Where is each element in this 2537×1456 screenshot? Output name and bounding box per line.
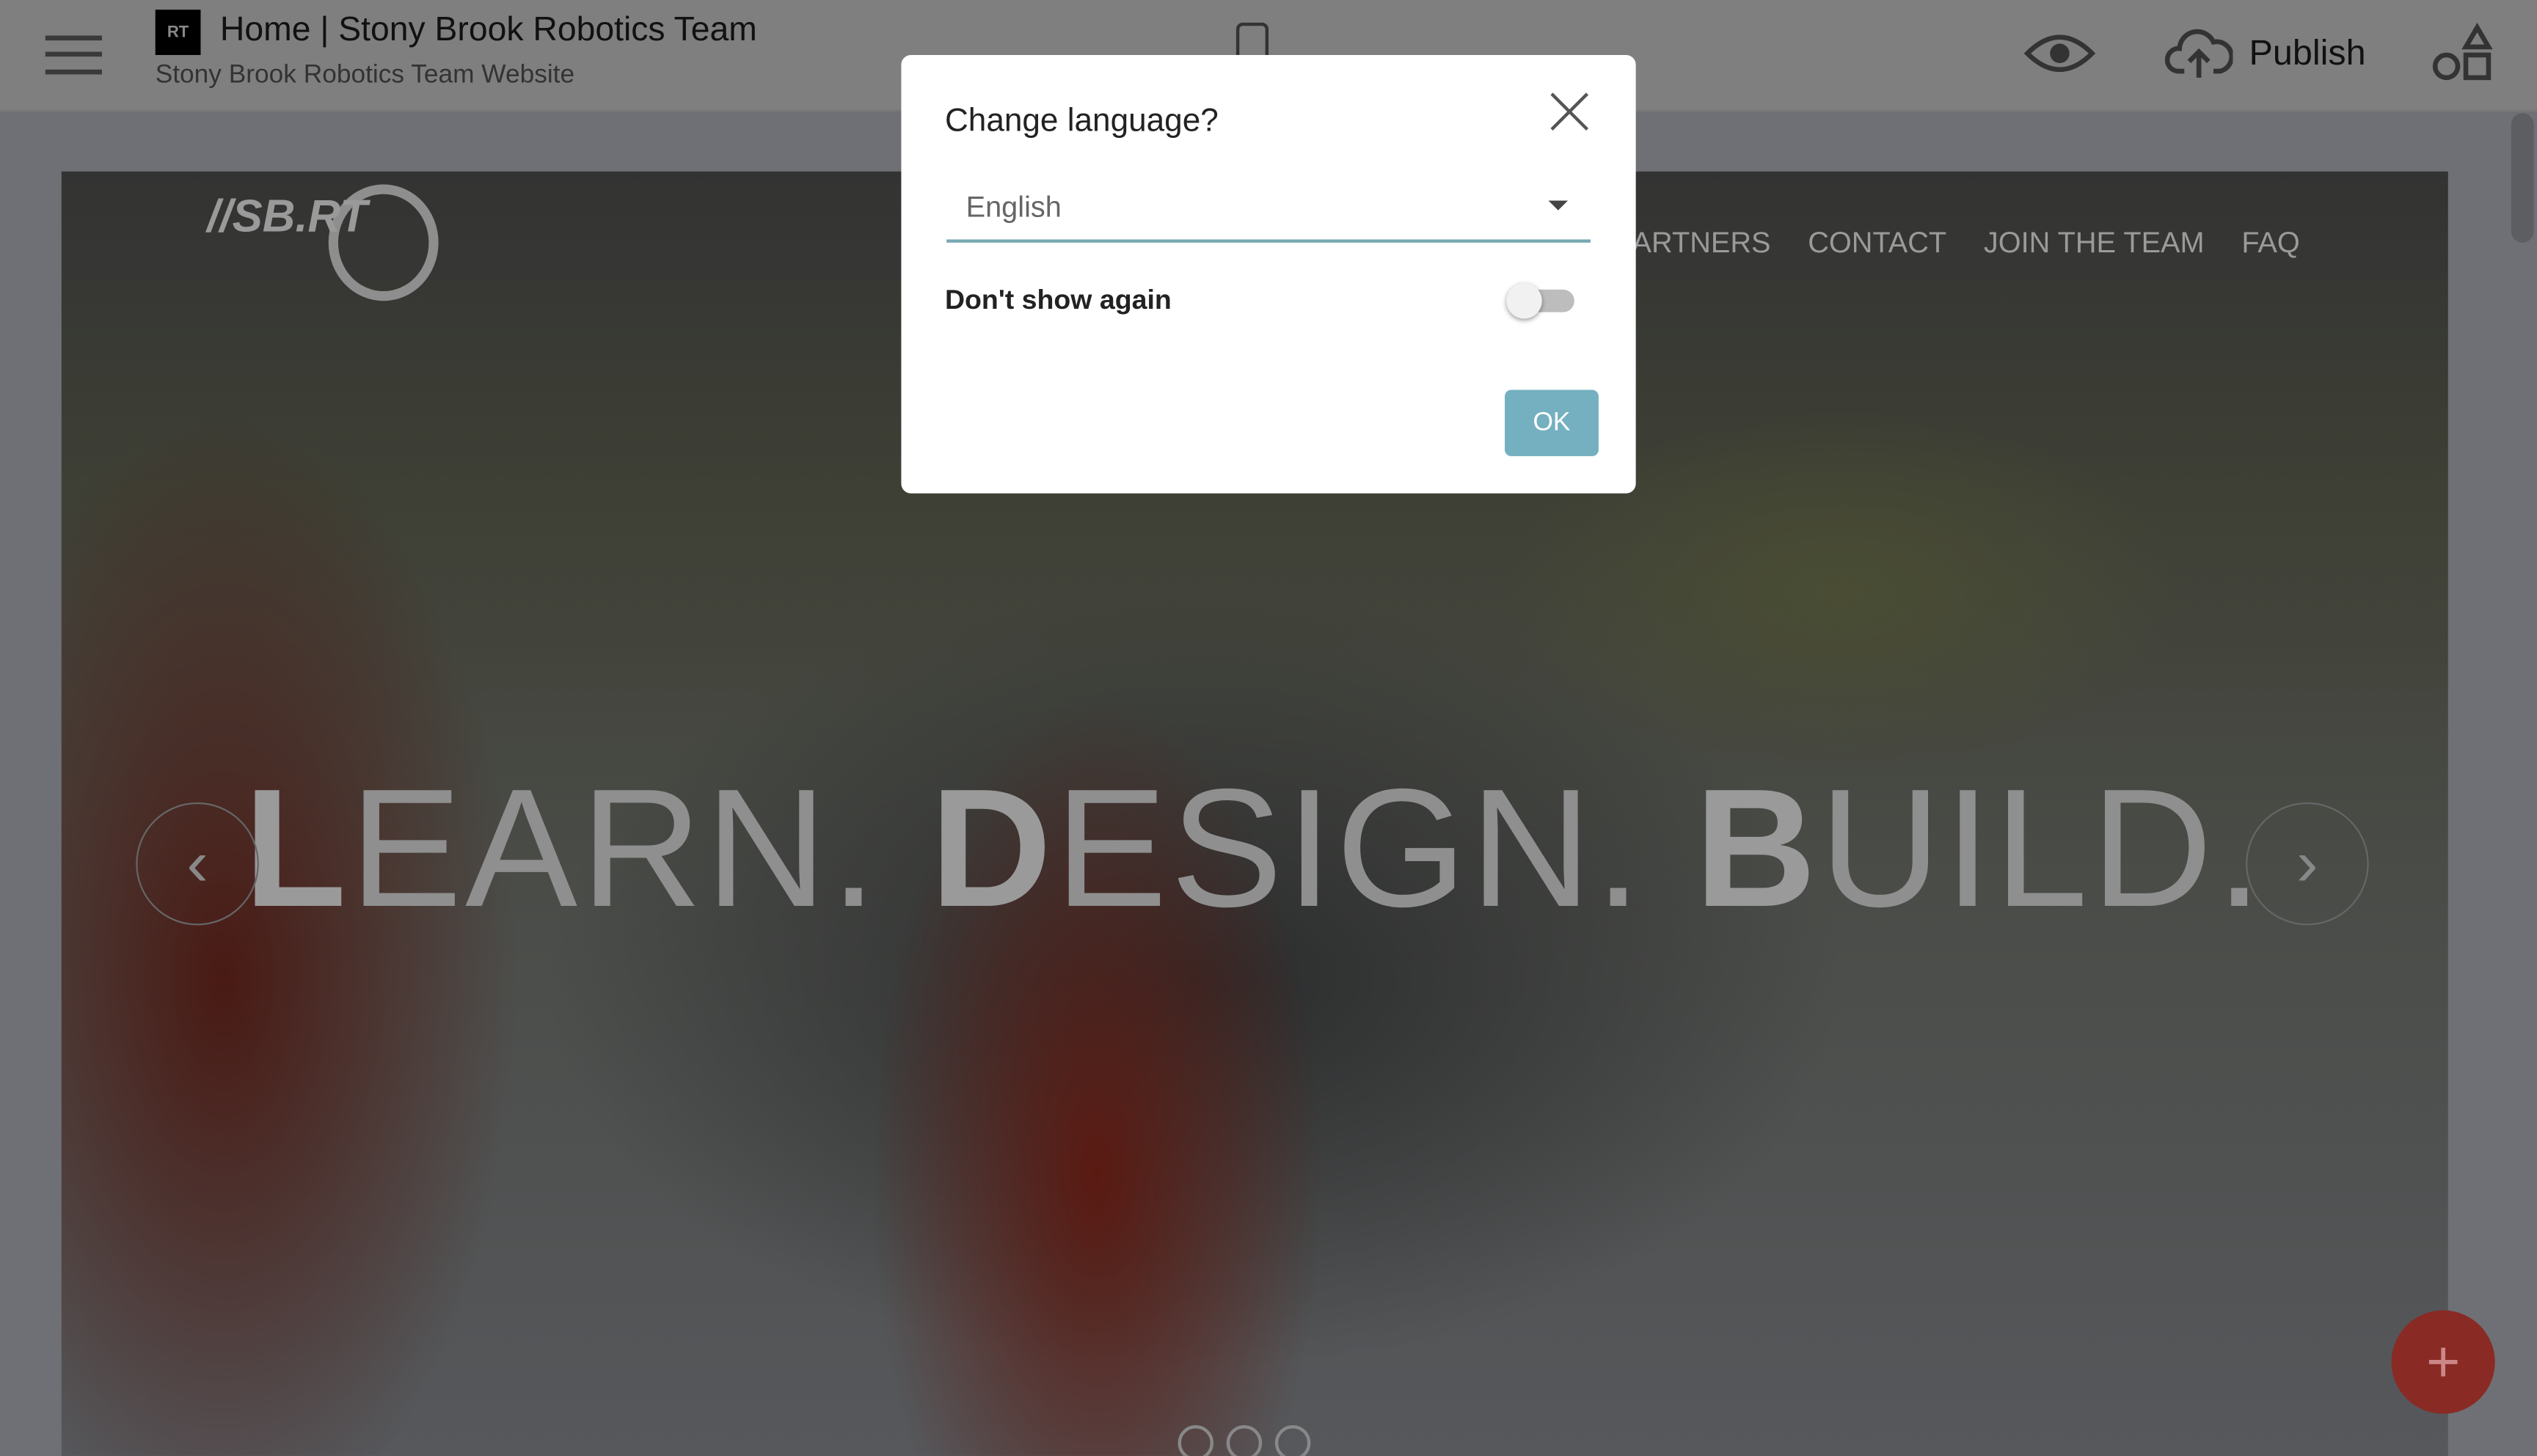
prev-slide-button[interactable]: ‹ [136,802,259,926]
headline-word: ESIGN. [1054,755,1695,943]
site-nav: PARTNERS CONTACT JOIN THE TEAM FAQ [1615,227,2300,260]
page: RT Home | Stony Brook Robotics Team Ston… [0,0,2537,1456]
language-select[interactable]: English [946,181,1591,243]
dont-show-again-label: Don't show again [944,285,1172,316]
shapes-icon[interactable] [2431,22,2495,84]
close-icon[interactable] [1545,87,1594,136]
dialog-title: Change language? [944,103,1219,139]
arrow-left-icon: ‹ [186,827,208,899]
headline-initial: D [930,755,1055,943]
hero-headline: LEARN. DESIGN. BUILD. [62,754,2448,946]
arrow-right-icon: › [2296,827,2318,899]
nav-faq[interactable]: FAQ [2241,227,2299,260]
scrollbar[interactable] [2508,110,2537,1456]
scrollbar-thumb[interactable] [2511,113,2534,243]
change-language-dialog: Change language? English Don't show agai… [901,54,1636,494]
nav-join-the-team[interactable]: JOIN THE TEAM [1984,227,2205,260]
slide-indicators [1178,1424,1311,1456]
slide-dot[interactable] [1226,1424,1263,1456]
page-title: Home | Stony Brook Robotics Team [219,11,757,49]
slide-dot[interactable] [1178,1424,1214,1456]
plus-icon: + [2425,1328,2461,1395]
nav-contact[interactable]: CONTACT [1808,227,1946,260]
dont-show-again-toggle[interactable] [1506,282,1574,319]
nav-partners[interactable]: PARTNERS [1615,227,1771,260]
next-slide-button[interactable]: › [2246,802,2369,926]
headline-word: EARN. [349,755,930,943]
headline-initial: L [244,755,350,943]
preview-eye-icon[interactable] [2023,29,2097,78]
hero-logo: //SB.RT [207,191,368,241]
menu-button[interactable] [45,32,102,78]
headline-initial: B [1694,755,1820,943]
chevron-down-icon [1548,200,1569,211]
publish-label: Publish [2249,32,2366,73]
site-subtitle: Stony Brook Robotics Team Website [155,61,575,89]
slide-dot[interactable] [1274,1424,1311,1456]
ok-button[interactable]: OK [1505,389,1599,456]
language-value: English [965,191,1062,224]
headline-word: UILD. [1819,755,2266,943]
cloud-upload-icon [2164,29,2233,78]
site-logo: RT [155,10,201,55]
publish-button[interactable]: Publish [2164,26,2366,81]
add-button[interactable]: + [2391,1310,2495,1414]
